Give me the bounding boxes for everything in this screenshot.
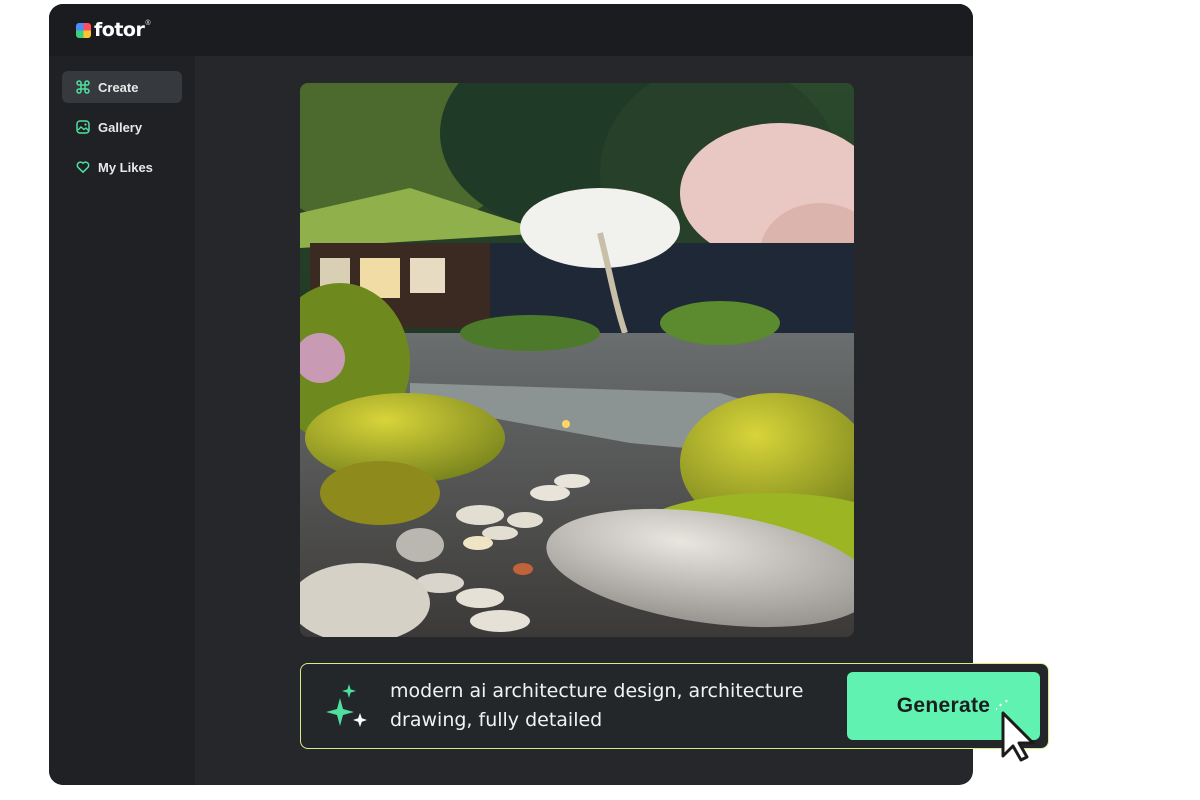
sparkle-icon: [325, 682, 371, 730]
fotor-logo-mark-icon: [76, 22, 91, 38]
sidebar-item-my-likes[interactable]: My Likes: [62, 151, 182, 183]
sidebar-item-label: Create: [98, 79, 139, 95]
sidebar-item-label: Gallery: [98, 119, 143, 135]
pointer-cursor-icon: [994, 698, 1042, 762]
command-icon: [76, 80, 90, 94]
sidebar-item-create[interactable]: Create: [62, 71, 182, 103]
sidebar-item-label: My Likes: [98, 159, 153, 175]
sidebar: Create Gallery My Likes: [49, 56, 195, 785]
heart-icon: [76, 160, 90, 174]
prompt-input[interactable]: modern ai architecture design, architect…: [390, 677, 840, 735]
top-bar: fotor ®: [49, 4, 973, 56]
fotor-logo[interactable]: fotor ®: [76, 18, 151, 42]
generated-image[interactable]: [300, 83, 854, 637]
image-icon: [76, 120, 90, 134]
registered-mark: ®: [145, 20, 151, 27]
brand-name: fotor: [94, 19, 145, 41]
sidebar-item-gallery[interactable]: Gallery: [62, 111, 182, 143]
prompt-bar: modern ai architecture design, architect…: [300, 663, 1049, 749]
